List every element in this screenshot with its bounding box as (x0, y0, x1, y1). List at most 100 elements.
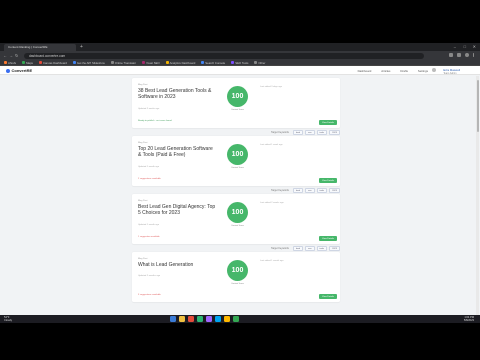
keyword-chip[interactable]: tools (316, 188, 328, 194)
view-details-button[interactable]: View Details (319, 236, 337, 241)
taskbar-apps (170, 316, 239, 322)
keyword-filters: Target Keywords lead seo tools 2023 (271, 130, 340, 136)
taskbar-app-icon[interactable] (197, 316, 203, 322)
bookmark-icon (22, 61, 26, 64)
article-type: Blog Post (138, 84, 148, 86)
clock-date: 5/8/2023 (463, 318, 474, 322)
back-icon[interactable]: ← (3, 53, 7, 58)
content-score-badge: 100 (227, 144, 248, 165)
keyword-chip[interactable]: 2023 (329, 188, 340, 194)
article-meta: Updated 2 months ago (138, 275, 161, 278)
taskbar-app-icon[interactable] (233, 316, 239, 322)
url-text: dashboard.convertre.com (29, 53, 66, 58)
extension-icon[interactable] (449, 53, 453, 57)
bookmark-item[interactable]: Yoast SEO (142, 61, 160, 65)
article-title[interactable]: Best Lead Gen Digital Agency: Top 5 Choi… (138, 204, 216, 216)
keyword-chip[interactable]: 2023 (329, 130, 340, 136)
bookmark-item[interactable]: Other (254, 61, 265, 65)
close-icon[interactable]: ✕ (473, 44, 476, 49)
view-details-button[interactable]: View Details (319, 178, 337, 183)
header-nav: Dashboard Articles Drafts Settings (358, 69, 428, 73)
avatar[interactable] (432, 68, 436, 72)
filters-label: Target Keywords (271, 131, 289, 135)
bookmark-item[interactable]: SEO Tools (231, 61, 248, 65)
start-menu-icon[interactable] (170, 316, 176, 322)
article-type: Blog Post (138, 200, 148, 202)
last-edited-text: Last edited 2 weeks ago (260, 202, 284, 204)
taskbar-app-icon[interactable] (179, 316, 185, 322)
article-card[interactable]: Blog Post What is Lead Generation Updated … (132, 252, 340, 302)
bookmark-item[interactable]: Maps (22, 61, 33, 65)
view-details-button[interactable]: View Details (319, 294, 337, 299)
view-details-button[interactable]: View Details (319, 120, 337, 125)
scrollbar-thumb[interactable] (476, 80, 479, 132)
nav-item-articles[interactable]: Articles (381, 69, 390, 73)
tab-title: Content Ranking | ConvertRE (8, 45, 48, 49)
maximize-icon[interactable]: □ (464, 44, 466, 49)
bookmark-label: Yoast SEO (146, 60, 160, 65)
article-meta: Updated 2 weeks ago (138, 107, 160, 110)
bookmark-label: Search Console (205, 60, 226, 65)
user-menu[interactable]: Ezra Maxwell Team Admin (443, 68, 460, 75)
bookmark-icon (165, 61, 169, 64)
keyword-chip[interactable]: lead (292, 188, 303, 194)
bookmark-item[interactable]: Ahrefs (4, 61, 16, 65)
article-title[interactable]: What is Lead Generation (138, 262, 216, 268)
bookmark-icon (201, 61, 205, 64)
bookmark-icon (72, 61, 76, 64)
last-edited-text: Last edited 3 days ago (260, 86, 283, 88)
taskbar-app-icon[interactable] (215, 316, 221, 322)
article-meta: Updated 1 month ago (138, 223, 160, 226)
article-card[interactable]: Blog Post Top 20 Lead Generation Software… (132, 136, 340, 186)
article-type: Blog Post (138, 258, 148, 260)
article-title[interactable]: 38 Best Lead Generation Tools & Software… (138, 88, 216, 100)
weather-widget[interactable]: 54°F Cloudy (4, 316, 12, 322)
bookmark-item[interactable]: Analytics Dashboard (165, 61, 195, 65)
bookmark-item[interactable]: Search Console (201, 61, 225, 65)
keyword-chip[interactable]: lead (292, 130, 303, 136)
nav-item-dashboard[interactable]: Dashboard (358, 69, 372, 73)
article-list: Blog Post 38 Best Lead Generation Tools &… (0, 76, 480, 315)
bookmark-icon (110, 61, 114, 64)
article-card[interactable]: Blog Post Best Lead Gen Digital Agency: T… (132, 194, 340, 244)
content-score-badge: 100 (227, 260, 248, 281)
taskbar-app-icon[interactable] (188, 316, 194, 322)
article-card[interactable]: Blog Post 38 Best Lead Generation Tools &… (132, 78, 340, 128)
bookmark-item[interactable]: Canvas Dashboard (38, 61, 67, 65)
forward-icon[interactable]: → (9, 53, 13, 58)
taskbar-app-icon[interactable] (224, 316, 230, 322)
url-input[interactable]: dashboard.convertre.com (24, 52, 424, 59)
bookmark-label: Maps (26, 60, 33, 65)
keyword-chip[interactable]: tools (316, 130, 328, 136)
keyword-chip[interactable]: 2023 (329, 246, 340, 252)
content-score-badge: 100 (227, 202, 248, 223)
user-role: Team Admin (443, 71, 457, 75)
browser-tab-bar: Content Ranking | ConvertRE + – □ ✕ (0, 43, 480, 51)
reload-icon[interactable]: ↻ (15, 53, 18, 58)
article-title[interactable]: Top 20 Lead Generation Software & Tools … (138, 146, 216, 158)
profile-icon[interactable] (465, 53, 469, 57)
taskbar-app-icon[interactable] (206, 316, 212, 322)
logo[interactable]: ConvertRE (6, 68, 32, 73)
status-note: 2 suggestions available (138, 178, 161, 180)
nav-item-drafts[interactable]: Drafts (400, 69, 407, 73)
menu-icon[interactable] (473, 53, 474, 57)
bookmark-item[interactable]: Online Translator (110, 61, 136, 65)
new-tab-icon[interactable]: + (80, 44, 83, 50)
bookmark-label: SEO Tools (235, 60, 249, 65)
nav-item-settings[interactable]: Settings (418, 69, 428, 73)
keyword-chip[interactable]: seo (304, 246, 315, 252)
keyword-chip[interactable]: seo (304, 130, 315, 136)
bookmark-label: Ahrefs (8, 60, 17, 65)
content-score-label: Content Score (231, 283, 244, 285)
extension-icon[interactable] (457, 53, 461, 57)
keyword-chip[interactable]: tools (316, 246, 328, 252)
bookmark-item[interactable]: Get the API Slideshow (72, 61, 105, 65)
keyword-chip[interactable]: lead (292, 246, 303, 252)
keyword-chip[interactable]: seo (304, 188, 315, 194)
article-meta: Updated 1 month ago (138, 165, 160, 168)
filters-label: Target Keywords (271, 189, 289, 193)
system-tray-clock[interactable]: 1:04 PM 5/8/2023 (464, 316, 474, 322)
minimize-icon[interactable]: – (454, 44, 456, 49)
browser-tab[interactable]: Content Ranking | ConvertRE (4, 44, 76, 51)
